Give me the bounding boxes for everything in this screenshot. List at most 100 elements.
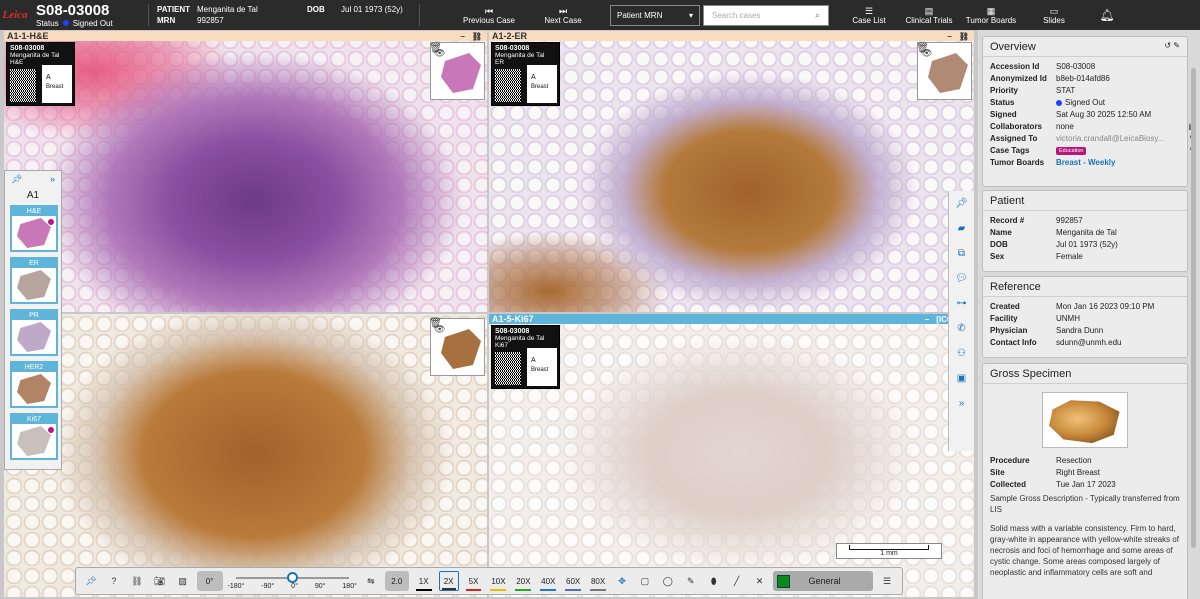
edit-icon[interactable]: ✎: [1173, 41, 1180, 50]
overview-title: Overview: [990, 41, 1036, 53]
pen-icon[interactable]: ✎: [682, 572, 700, 590]
search-icon: ⌕: [814, 9, 820, 20]
patient-summary: PATIENT Menganita de Tal DOB Jul 01 1973…: [157, 5, 411, 25]
trash-icon[interactable]: 🗑︎: [916, 43, 929, 54]
case-search: Patient MRN ▾ Search cases ⌕: [610, 4, 829, 26]
trash-icon[interactable]: 🗑︎: [429, 43, 442, 54]
image-icon[interactable]: ▨: [174, 572, 192, 590]
history-icon[interactable]: ↺: [1164, 41, 1171, 50]
search-input[interactable]: Search cases ⌕: [703, 4, 829, 26]
zoom-value: 2.0: [384, 571, 409, 591]
viewport-her2[interactable]: 🗑︎ 👁︎: [4, 314, 487, 597]
divider: [419, 4, 420, 26]
skip-forward-icon: ⏭: [558, 5, 568, 16]
zoom-40x[interactable]: 40X: [538, 571, 558, 591]
monitor-icon: ▭: [1049, 5, 1059, 16]
move-icon[interactable]: ✥: [613, 572, 631, 590]
pin-icon[interactable]: 📌︎: [955, 197, 968, 211]
tray-slide-er[interactable]: ER: [10, 257, 58, 304]
notifications-button[interactable]: 🔔︎: [1097, 0, 1117, 30]
folder-icon[interactable]: ▰: [958, 222, 966, 236]
marker-icon[interactable]: ⬮: [705, 572, 723, 590]
expand-icon[interactable]: »: [50, 174, 55, 184]
tumor-boards-button[interactable]: ▦ Tumor Boards: [963, 0, 1019, 30]
patient-mrn: 992857: [197, 16, 224, 25]
bell-icon: 🔔︎: [1099, 8, 1115, 22]
list-icon: ☰: [864, 5, 874, 16]
case-header: S08-03008 Status Signed Out: [30, 3, 140, 28]
search-type-select[interactable]: Patient MRN ▾: [610, 4, 700, 26]
slide-label: S08-03008 Menganita de Tal ER A Breast: [491, 42, 560, 106]
pane-title-bar-active: A1-5-Ki67 –[ICC]➤: [489, 314, 974, 324]
phone-icon[interactable]: ✆: [957, 322, 965, 336]
annotation-group-select[interactable]: General: [773, 571, 874, 591]
tumor-board-link[interactable]: Breast - Weekly: [1056, 158, 1196, 167]
clipboard-icon[interactable]: ▣: [957, 372, 966, 386]
zoom-80x[interactable]: 80X: [588, 571, 608, 591]
camera-icon[interactable]: 📷︎: [151, 572, 169, 590]
slide-viewer: A1-1-H&E – ⛓ S08-03008 Menganita de Tal H&E…: [0, 30, 978, 599]
zoom-5x[interactable]: 5X: [464, 571, 484, 591]
circle-icon[interactable]: ◯: [659, 572, 677, 590]
people-icon[interactable]: ⚇: [957, 347, 966, 361]
expand-icon[interactable]: »: [959, 397, 965, 411]
hierarchy-icon[interactable]: ⊶: [957, 297, 967, 311]
her2-tissue-image: [4, 314, 487, 597]
ruler-icon[interactable]: ╱: [728, 572, 746, 590]
bottom-toolbar: 📌︎ ? ⛓ 📷︎ ▨ 0° -180° -90° 0° 90° 180° ⇋ …: [75, 567, 903, 595]
case-tag[interactable]: Education: [1056, 146, 1087, 155]
tray-slide-her2[interactable]: HER2: [10, 361, 58, 408]
clinical-trials-button[interactable]: ▤ Clinical Trials: [901, 0, 957, 30]
color-swatch: [777, 574, 791, 588]
slider-knob[interactable]: [286, 572, 298, 583]
calendar-icon: ▦: [986, 5, 996, 16]
pin-icon[interactable]: 📌︎: [11, 174, 22, 185]
status-dot-icon: [62, 20, 69, 26]
rotation-slider[interactable]: -180° -90° 0° 90° 180°: [228, 570, 357, 592]
minimize-icon[interactable]: –: [925, 315, 929, 324]
caret-down-icon: ▾: [688, 10, 693, 20]
zoom-60x[interactable]: 60X: [563, 571, 583, 591]
pin-icon[interactable]: 📌︎: [82, 572, 100, 590]
leica-logo: Leica: [2, 9, 28, 21]
tray-slide-pr[interactable]: PR: [10, 309, 58, 356]
zoom-1x[interactable]: 1X: [414, 571, 434, 591]
sidebar-scrollbar[interactable]: [1191, 68, 1196, 548]
unlink-icon[interactable]: ⛓: [472, 32, 482, 41]
gross-title: Gross Specimen: [990, 368, 1072, 380]
flip-icon[interactable]: ⇋: [362, 572, 380, 590]
gross-specimen-card: Gross Specimen Procedure Resection Site Ri…: [982, 363, 1188, 599]
previous-case-button[interactable]: ⏮ Previous Case: [458, 0, 520, 30]
case-sidebar: Overview ↺ ✎ Accession Id S08-03008 Anonym…: [978, 30, 1200, 599]
trash-icon[interactable]: 🗑︎: [429, 318, 442, 329]
pane-title: A1-5-Ki67: [492, 314, 534, 324]
viewport-er[interactable]: A1-2-ER – ⛓ S08-03008 Menganita de Tal ER A…: [489, 31, 974, 312]
settings-sliders-icon[interactable]: ☰: [878, 572, 896, 590]
patient-card: Patient Record #992857 Name Menganita de …: [982, 190, 1188, 272]
patient-name: Menganita de Tal: [197, 5, 258, 14]
next-case-button[interactable]: ⏭ Next Case: [538, 0, 588, 30]
annotation-badge: [47, 426, 55, 434]
comments-icon[interactable]: 💬︎: [955, 272, 968, 286]
close-icon[interactable]: ✕: [751, 572, 769, 590]
tray-slide-ki67[interactable]: Ki67: [10, 413, 58, 460]
zoom-10x[interactable]: 10X: [488, 571, 508, 591]
scale-bar: 1 mm: [836, 543, 942, 559]
unlink-icon[interactable]: ⛓: [128, 572, 146, 590]
viewport-he[interactable]: A1-1-H&E – ⛓ S08-03008 Menganita de Tal H&E…: [4, 31, 487, 312]
case-list-button[interactable]: ☰ Case List: [847, 0, 891, 30]
minimize-icon[interactable]: –: [460, 32, 464, 41]
compare-icon[interactable]: ⧉: [958, 247, 965, 261]
zoom-20x[interactable]: 20X: [513, 571, 533, 591]
unlink-icon[interactable]: ⛓: [959, 32, 969, 41]
gross-specimen-image[interactable]: [1042, 392, 1128, 448]
gross-description: Solid mass with a variable consistency. …: [990, 524, 1179, 577]
pane-title-bar: A1-1-H&E – ⛓: [4, 31, 487, 41]
slides-button[interactable]: ▭ Slides: [1039, 0, 1069, 30]
overview-card: Overview ↺ ✎ Accession Id S08-03008 Anonym…: [982, 36, 1196, 187]
help-icon[interactable]: ?: [105, 572, 123, 590]
zoom-2x[interactable]: 2X: [438, 571, 459, 591]
tray-slide-he[interactable]: H&E: [10, 205, 58, 252]
minimize-icon[interactable]: –: [947, 32, 951, 41]
rectangle-icon[interactable]: ▢: [636, 572, 654, 590]
